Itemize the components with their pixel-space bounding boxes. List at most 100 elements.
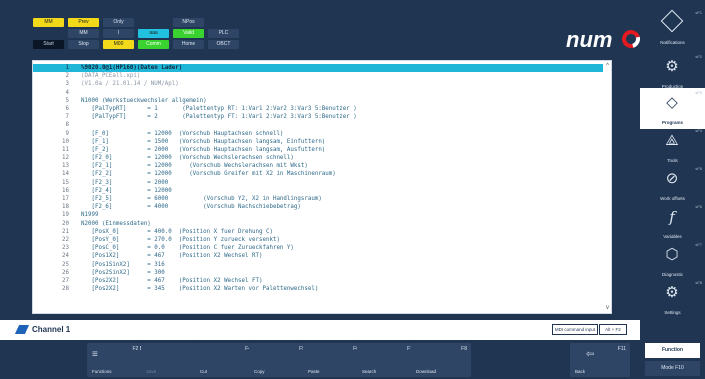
menu-icon: ≡ — [92, 349, 98, 360]
status-mm2-button[interactable]: MM — [68, 29, 99, 38]
code-line[interactable]: 3 (V1.0a / 21.01.14 / NUM/Apl) — [33, 80, 603, 88]
paste-key[interactable]: F6 Paste — [303, 343, 363, 377]
code-line[interactable]: 15 [F2_3] = 2000 — [33, 179, 603, 187]
side-notifications[interactable]: sF1 Notifications — [640, 8, 705, 49]
scroll-up-icon[interactable]: ^ — [606, 63, 609, 69]
line-text: (DATA_PCEall.xpi) — [81, 73, 141, 80]
side-key-number: sF1 — [695, 10, 702, 15]
code-line[interactable]: 7 [PalTypFT] = 2 (Palettentyp FT: 1:Var1… — [33, 113, 603, 121]
status-i-button[interactable]: I — [103, 29, 134, 38]
search-key[interactable]: F7 Search — [357, 343, 417, 377]
code-line[interactable]: 4 — [33, 89, 603, 97]
mdi-command-input[interactable]: MDI command input — [552, 324, 598, 335]
status-prev-button[interactable]: Prev — [68, 18, 99, 27]
code-line[interactable]: 11 [F_2] = 2000 (Vorschub Hauptachsen la… — [33, 146, 603, 154]
code-line[interactable]: 6 [PalTypRT] = 1 (Palettentyp RT: 1:Var1… — [33, 105, 603, 113]
code-line[interactable]: 13 [F2_1] = 12000 (Vorschub Wechslerachs… — [33, 162, 603, 170]
line-number: 9 — [65, 130, 70, 137]
notification-icon — [660, 9, 684, 33]
function-button[interactable]: Function — [645, 343, 700, 358]
functions-key[interactable]: ≡ F2 B Functions — [87, 343, 147, 377]
line-text: [PosX_0] = 400.0 (Position X fuer Drehun… — [81, 228, 273, 235]
code-line[interactable]: 21 [PosX_0] = 400.0 (Position X fuer Dre… — [33, 228, 603, 236]
download-key[interactable]: F8 Download — [411, 343, 471, 377]
code-lines: 1 %9020.0@1(HP160)(Daten Lader) 2 (DATA_PCE… — [33, 64, 603, 293]
line-number: 1 — [65, 65, 70, 71]
program-editor[interactable]: 1 %9020.0@1(HP160)(Daten Lader) 2 (DATA_PCE… — [32, 60, 612, 314]
code-line[interactable]: 19 N1999 — [33, 211, 603, 219]
line-number: 27 — [62, 277, 69, 284]
status-mm-button[interactable]: MM — [33, 18, 64, 27]
status-aaa-button[interactable]: aaa — [138, 29, 169, 38]
comm-button[interactable]: Comm — [138, 40, 169, 49]
side-production[interactable]: ⚙ sF2 Production — [640, 52, 705, 93]
stop-button[interactable]: Stop — [68, 40, 99, 49]
side-key-number: sF2 — [695, 54, 702, 59]
save-key[interactable]: Save — [141, 343, 201, 377]
code-line[interactable]: 16 [F2_4] = 12000 — [33, 187, 603, 195]
status-npos-button[interactable]: NPos — [173, 18, 204, 27]
code-line[interactable]: 23 [PosC_0] = 0.0 (Position C fuer Zurue… — [33, 244, 603, 252]
line-text: [F2_3] = 2000 — [81, 179, 169, 186]
home-button[interactable]: Home — [173, 40, 204, 49]
side-key-number: sF4 — [695, 128, 702, 133]
line-number: 12 — [62, 155, 69, 162]
m00-button[interactable]: M00 — [103, 40, 134, 49]
side-menu: sF1 Notifications ⚙ sF2 Production ◇ sF3… — [640, 0, 705, 340]
side-variables[interactable]: f sF6 Variables — [640, 202, 705, 243]
line-number: 11 — [62, 146, 69, 153]
code-line[interactable]: 22 [PosY_0] = 270.0 (Position Y zurueck … — [33, 236, 603, 244]
code-line[interactable]: 26 [Pos2SinX2] = 300 — [33, 269, 603, 277]
side-label: Notifications — [660, 40, 685, 45]
side-work-offsets[interactable]: ⊘ sF5 Work offsets — [640, 164, 705, 205]
side-settings[interactable]: ⚙ sF8 Settings — [640, 278, 705, 319]
line-text: [Pos2X2] = 467 (Position X2 Wechsel FT) — [81, 277, 263, 284]
side-programs[interactable]: ◇ sF3 Programs — [640, 88, 705, 129]
code-line[interactable]: 20 N2000 (Einmessdaten) — [33, 220, 603, 228]
line-text: [F2_1] = 12000 (Vorschub Wechslerachsen … — [81, 163, 308, 170]
code-line[interactable]: 18 [F2_6] = 4000 (Vorschub Nachschiebebe… — [33, 203, 603, 211]
code-line[interactable]: 12 [F2_0] = 12000 (Vorschub Wechslerachs… — [33, 154, 603, 162]
line-number: 25 — [62, 261, 69, 268]
code-line[interactable]: 8 — [33, 121, 603, 129]
copy-key[interactable]: F5 Copy — [249, 343, 309, 377]
code-line[interactable]: 17 [F2_5] = 6000 (Vorschub Y2, X2 in Han… — [33, 195, 603, 203]
line-text: [F2_5] = 6000 (Vorschub Y2, X2 in Handli… — [81, 196, 322, 202]
line-number: 23 — [62, 245, 69, 252]
side-diagnostic[interactable]: ⬡ sF7 Diagnostic — [640, 240, 705, 281]
code-line[interactable]: 28 [Pos2X2] = 345 (Position X2 Warten vo… — [33, 285, 603, 293]
line-number: 4 — [65, 89, 70, 96]
side-label: Programs — [661, 120, 683, 125]
code-line[interactable]: 24 [Pos1X2] = 467 (Position X2 Wechsel R… — [33, 252, 603, 260]
cut-key[interactable]: F4 Cut — [195, 343, 255, 377]
line-text: [F_2] = 2000 (Vorschub Hauptachsen langs… — [81, 146, 326, 153]
line-number: 10 — [62, 138, 69, 145]
code-line[interactable]: 25 [Pos1SinX2] = 316 — [33, 261, 603, 269]
status-plc-button[interactable]: PLC — [208, 29, 239, 38]
status-only-button[interactable]: Only — [103, 18, 134, 27]
line-text: [Pos2SinX2] = 300 — [81, 269, 165, 276]
settings-icon: ⚙ — [665, 284, 679, 301]
back-key[interactable]: ⇦ F11 Back — [570, 343, 630, 377]
scroll-down-icon[interactable]: v — [606, 305, 609, 311]
code-line[interactable]: 27 [Pos2X2] = 467 (Position X2 Wechsel F… — [33, 277, 603, 285]
code-line[interactable]: 14 [F2_2] = 12000 (Vorschub Greifer mit … — [33, 170, 603, 178]
code-line[interactable]: 2 (DATA_PCEall.xpi) — [33, 72, 603, 80]
fkey-label: Back — [575, 369, 586, 374]
start-button[interactable]: Start — [33, 40, 64, 49]
fkey-label: Search — [362, 369, 377, 374]
side-tools[interactable]: ⟁ sF4 Tools — [640, 126, 705, 167]
mode-button[interactable]: Mode F10 — [645, 361, 700, 376]
side-label: Tools — [667, 158, 678, 163]
line-number: 2 — [65, 73, 70, 80]
diagnostic-icon: ⬡ — [665, 246, 679, 263]
status-valid-button[interactable]: Valid — [173, 29, 204, 38]
code-line[interactable]: 10 [F_1] = 1500 (Vorschub Hauptachsen la… — [33, 138, 603, 146]
code-line[interactable]: 1 %9020.0@1(HP160)(Daten Lader) — [33, 64, 603, 73]
code-line[interactable]: 5 N1000 (Werkstueckwechsler allgemein) — [33, 97, 603, 105]
side-label: Variables — [663, 234, 682, 239]
line-number: 26 — [62, 269, 69, 276]
obct-button[interactable]: OBCT — [208, 40, 239, 49]
line-number: 28 — [62, 286, 69, 293]
code-line[interactable]: 9 [F_0] = 12000 (Vorschub Hauptachsen sc… — [33, 130, 603, 138]
